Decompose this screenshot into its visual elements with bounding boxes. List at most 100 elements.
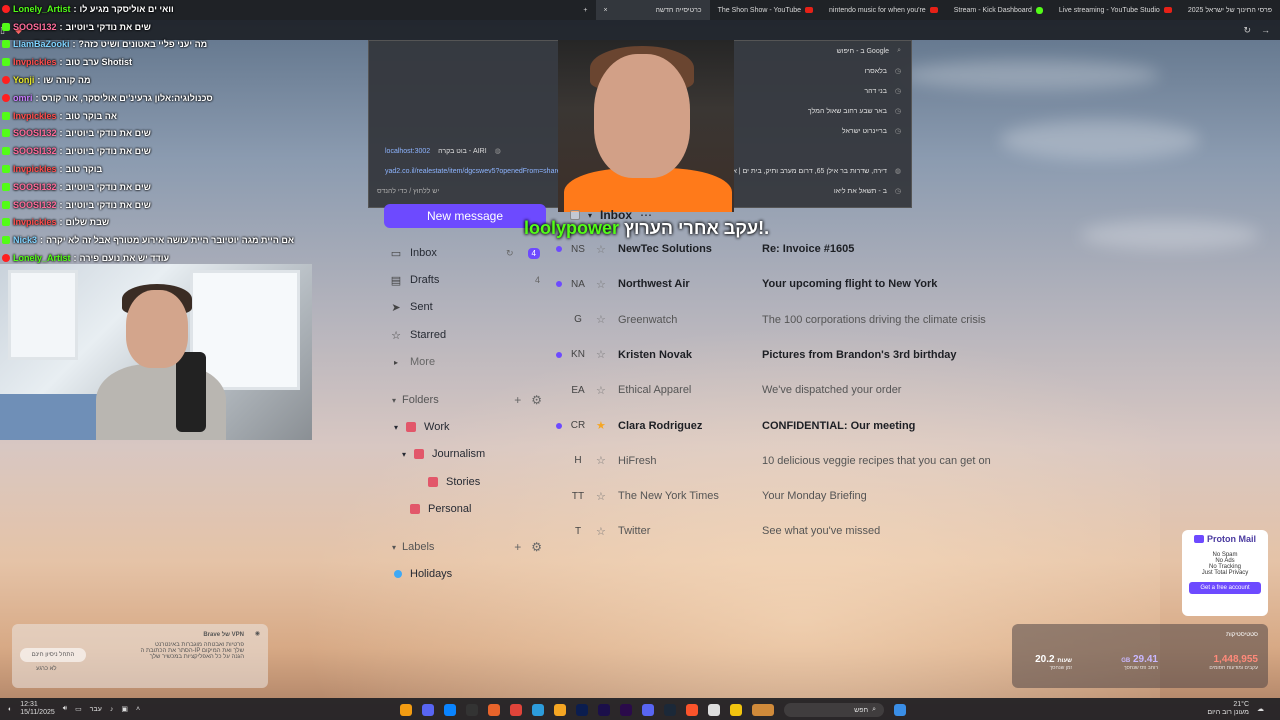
language-indicator[interactable]: עבר xyxy=(90,706,102,713)
weather-widget[interactable]: 21°C מעונן רוב היום ☁ xyxy=(1207,701,1264,717)
message-subject: CONFIDENTIAL: Our meeting xyxy=(762,419,916,432)
chat-message: SOOSI132: שים את נודקי ביוטיוב xyxy=(0,125,330,143)
folder-work[interactable]: ▾ Work xyxy=(394,416,544,438)
show-hidden-icons[interactable]: ˄ xyxy=(136,706,140,713)
app-icon[interactable] xyxy=(532,704,544,716)
add-folder-icon[interactable]: + xyxy=(514,393,521,407)
sidebar-item-inbox[interactable]: ▭ Inbox ↻ 4 xyxy=(390,242,540,264)
chat-text: שים את נודקי ביוטיוב xyxy=(65,181,151,192)
mic-icon[interactable]: ♪ xyxy=(110,706,114,713)
message-row[interactable]: NS ☆ NewTec Solutions Re: Invoice #1605 xyxy=(556,235,1016,263)
network-icon[interactable]: ▭ xyxy=(75,705,82,713)
chat-separator: : xyxy=(59,164,63,175)
sender-avatar: NA xyxy=(571,278,585,290)
star-icon[interactable]: ☆ xyxy=(596,243,610,256)
widget-icon[interactable] xyxy=(752,704,774,716)
after-effects-icon[interactable] xyxy=(598,704,610,716)
add-label-icon[interactable]: + xyxy=(514,540,521,554)
sidebar-item-more[interactable]: ▸ More xyxy=(390,351,540,373)
app-icon[interactable] xyxy=(488,704,500,716)
star-icon[interactable]: ☆ xyxy=(596,490,610,503)
message-row[interactable]: CR ★ Clara Rodriguez CONFIDENTIAL: Our meet… xyxy=(556,412,1016,440)
star-icon[interactable]: ☆ xyxy=(596,454,610,467)
message-sender: Greenwatch xyxy=(618,313,678,326)
star-icon[interactable]: ★ xyxy=(596,419,610,432)
proton-promo-card[interactable]: Proton Mail No Spam No Ads No Tracking J… xyxy=(1182,530,1268,616)
message-row[interactable]: G ☆ Greenwatch The 100 corporations driving… xyxy=(556,306,1016,334)
close-tab-icon[interactable]: × xyxy=(604,7,608,14)
message-row[interactable]: EA ☆ Ethical Apparel We've dispatched your … xyxy=(556,376,1016,404)
tray-icon[interactable]: ▣ xyxy=(121,705,128,713)
notification-icon[interactable]: ◐ xyxy=(8,706,12,713)
volume-icon[interactable]: 🔊︎ xyxy=(63,705,67,713)
clock[interactable]: 12:31 15/11/2025 xyxy=(20,701,55,717)
vscode-icon[interactable] xyxy=(444,704,456,716)
message-row[interactable]: KN ☆ Kristen Novak Pictures from Brandon's … xyxy=(556,341,1016,369)
message-row[interactable]: NA ☆ Northwest Air Your upcoming flight to … xyxy=(556,270,1016,298)
labels-section[interactable]: ▾ Labels + ⚙ xyxy=(392,536,542,558)
chat-message: Invpickles: אה בוקר טוב xyxy=(0,107,330,125)
refresh-icon[interactable]: ↻ xyxy=(506,248,514,259)
star-icon[interactable]: ☆ xyxy=(596,525,610,538)
kick-icon xyxy=(2,111,10,120)
tab-youtube-studio[interactable]: Live streaming - YouTube Studio xyxy=(1051,0,1180,20)
store-icon[interactable] xyxy=(708,704,720,716)
star-icon[interactable]: ☆ xyxy=(596,278,610,291)
new-message-button[interactable]: New message xyxy=(384,204,546,228)
photoshop-icon[interactable] xyxy=(576,704,588,716)
taskbar-search[interactable]: חפש ⌕ xyxy=(784,703,884,717)
tab-education-prize[interactable]: פרסי החינוך של ישראל 2025 xyxy=(1180,0,1280,20)
windows-start-icon[interactable] xyxy=(894,704,906,716)
chat-username: SOOSI132 xyxy=(13,181,57,192)
app-icon[interactable] xyxy=(400,704,412,716)
reload-icon[interactable]: ↻ xyxy=(1243,25,1251,36)
get-free-account-button[interactable]: Get a free account xyxy=(1189,582,1261,594)
app-icon[interactable] xyxy=(510,704,522,716)
folder-journalism[interactable]: ▾ Journalism xyxy=(402,443,552,465)
history-icon: ◷ xyxy=(894,68,901,75)
kick-icon xyxy=(2,236,10,245)
sidebar-item-sent[interactable]: ➤ Sent xyxy=(390,296,540,318)
time-saved-stat: 20.2 שעות זמן שנחסך xyxy=(1035,654,1072,671)
message-sender: Twitter xyxy=(618,525,651,538)
new-tab-icon[interactable]: + xyxy=(575,7,595,14)
chevron-down-icon: ▾ xyxy=(392,395,397,405)
suggestion-text: בריינרוט ישראל xyxy=(841,127,887,135)
app-icon[interactable] xyxy=(554,704,566,716)
label-holidays[interactable]: Holidays xyxy=(394,563,544,585)
message-subject: Pictures from Brandon's 3rd birthday xyxy=(762,348,957,361)
history-icon: ◷ xyxy=(894,188,901,195)
message-row[interactable]: T ☆ Twitter See what you've missed xyxy=(556,517,1016,545)
star-icon[interactable]: ☆ xyxy=(596,348,610,361)
sender-avatar: KN xyxy=(571,349,585,361)
dismiss-link[interactable]: לא כרגע xyxy=(36,666,57,672)
start-trial-button[interactable]: התחל ניסיון חינם xyxy=(20,648,86,662)
brave-icon[interactable] xyxy=(686,704,698,716)
label-settings-icon[interactable]: ⚙ xyxy=(531,540,542,554)
terminal-icon[interactable] xyxy=(466,704,478,716)
tab-new[interactable]: × כרטיסייה חדשה xyxy=(595,0,710,20)
tab-kick-dashboard[interactable]: Stream - Kick Dashboard xyxy=(946,0,1051,20)
bandwidth-stat: GB 29.41 רוחב פס שנחסך xyxy=(1121,654,1158,671)
folder-settings-icon[interactable]: ⚙ xyxy=(531,393,542,407)
message-row[interactable]: H ☆ HiFresh 10 delicious veggie recipes tha… xyxy=(556,447,1016,475)
steam-icon[interactable] xyxy=(664,704,676,716)
tab-shon-show[interactable]: The Shon Show - YouTube xyxy=(710,0,821,20)
chat-username: SOOSI132 xyxy=(13,21,57,32)
youtube-icon xyxy=(1163,7,1172,13)
folder-icon xyxy=(414,449,425,459)
youtube-icon xyxy=(805,7,814,13)
file-explorer-icon[interactable] xyxy=(730,704,742,716)
discord-icon[interactable] xyxy=(422,704,434,716)
message-row[interactable]: TT ☆ The New York Times Your Monday Briefin… xyxy=(556,482,1016,510)
tab-nintendo-music[interactable]: nintendo music for when you're xyxy=(821,0,946,20)
star-icon[interactable]: ☆ xyxy=(596,384,610,397)
folder-personal[interactable]: Personal xyxy=(410,498,560,520)
premiere-icon[interactable] xyxy=(620,704,632,716)
sidebar-item-starred[interactable]: ☆ Starred xyxy=(390,324,540,346)
forward-icon[interactable]: → xyxy=(1261,25,1270,35)
discord-icon[interactable] xyxy=(642,704,654,716)
sidebar-item-drafts[interactable]: ▤ Drafts 4 xyxy=(390,269,540,291)
folders-section[interactable]: ▾ Folders + ⚙ xyxy=(392,389,542,411)
star-icon[interactable]: ☆ xyxy=(596,313,610,326)
